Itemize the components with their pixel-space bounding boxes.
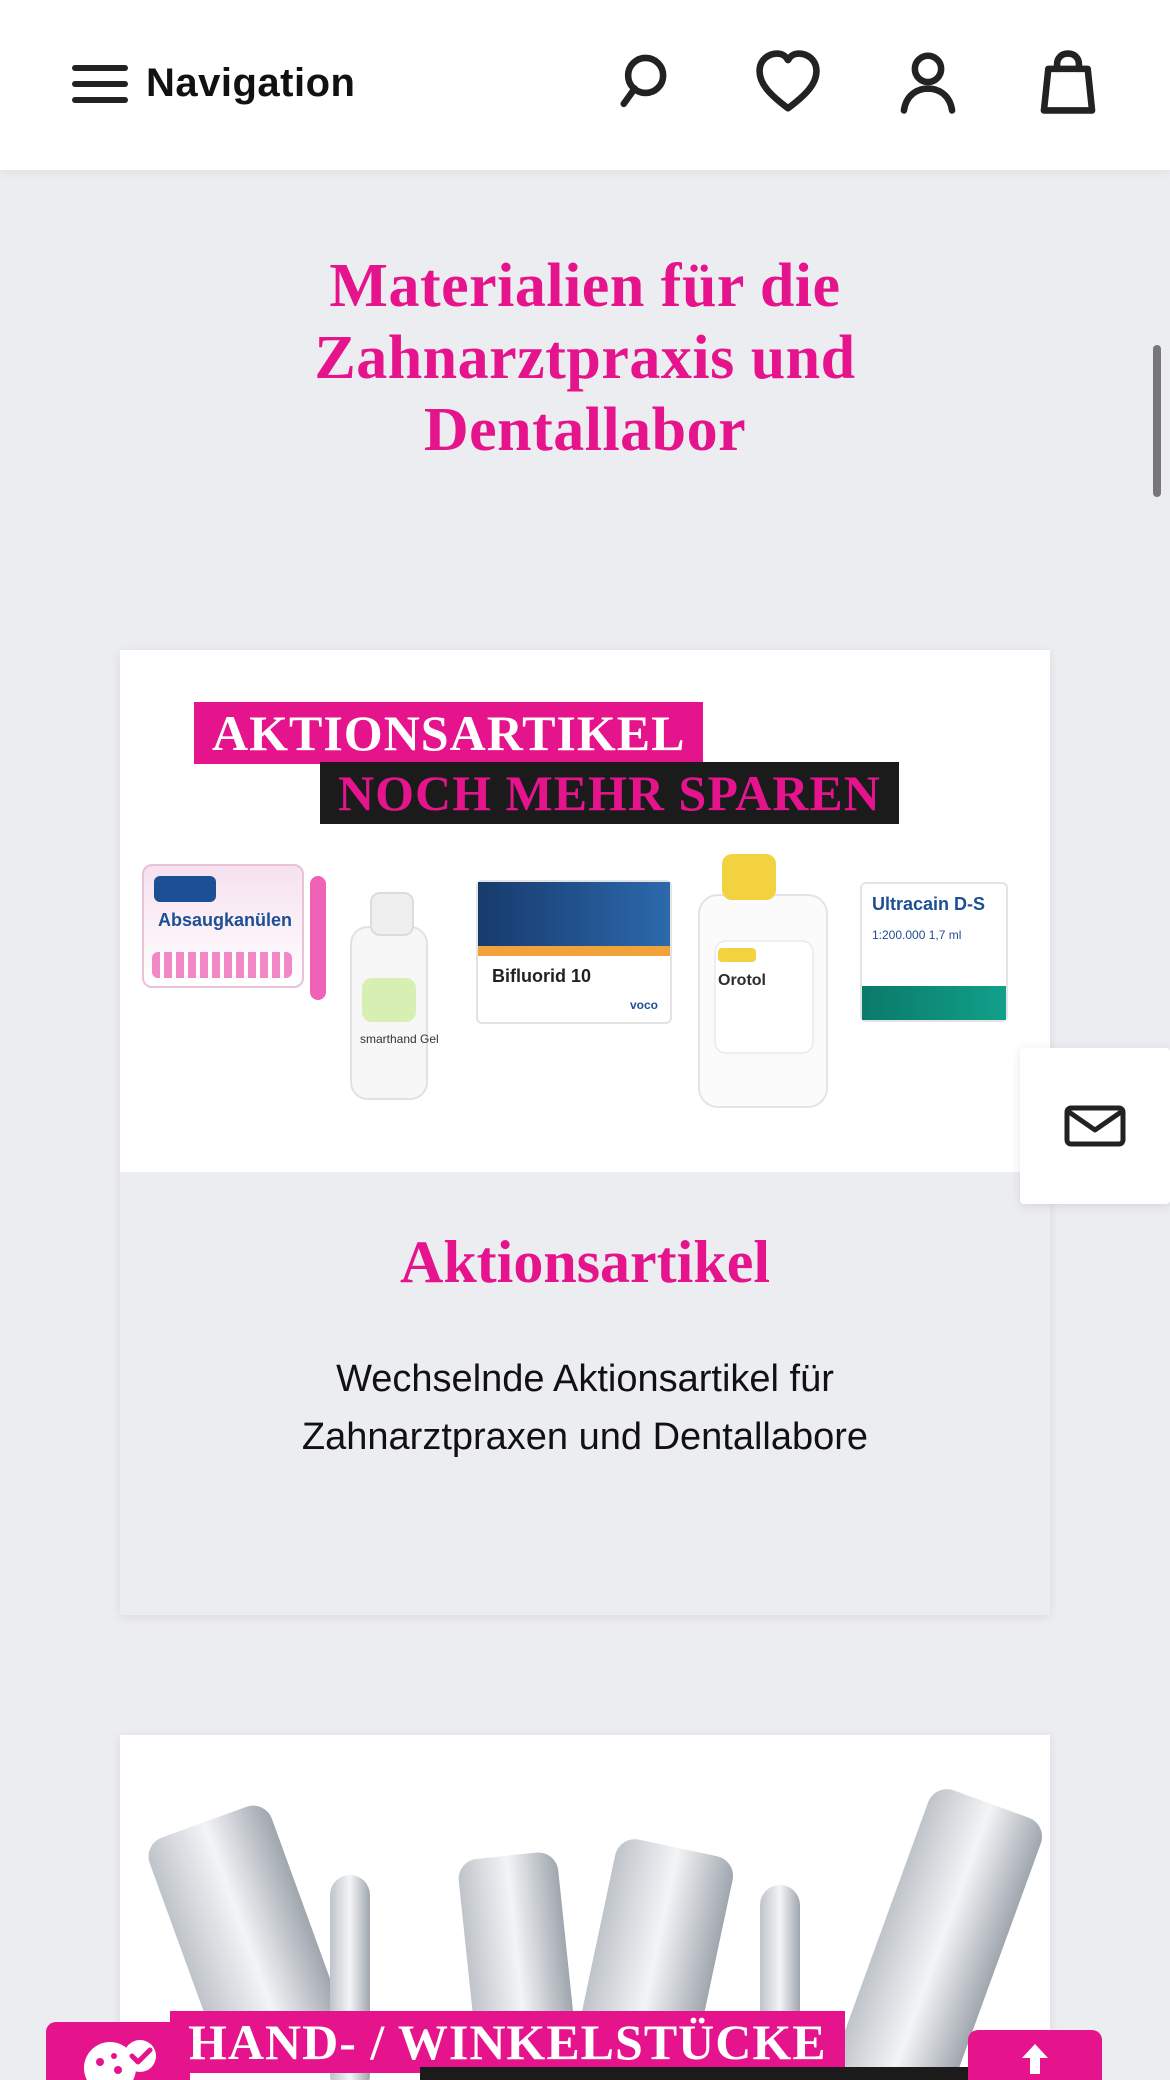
product-label-block bbox=[362, 978, 416, 1022]
product-label: Ultracain D-S bbox=[872, 894, 986, 914]
product-absaugkanuelen: Absaugkanülen bbox=[142, 864, 304, 988]
wishlist-button[interactable] bbox=[742, 36, 834, 128]
product-pink-tube bbox=[310, 876, 326, 1000]
navigation-label: Navigation bbox=[146, 60, 356, 105]
product-small-text: 1:200.000 1,7 ml bbox=[872, 928, 962, 942]
product-strip bbox=[862, 986, 1006, 1020]
page-title-line: Materialien für die bbox=[329, 252, 841, 320]
category-card-hand-winkelstuecke[interactable]: HAND- / WINKELSTÜCKE bbox=[120, 1735, 1050, 2080]
product-pump-cap bbox=[370, 892, 414, 936]
heart-icon bbox=[756, 50, 820, 112]
page-title-line: Dentallabor bbox=[423, 396, 747, 464]
card-description-line: Zahnarztpraxen und Dentallabore bbox=[301, 1416, 869, 1458]
card-text-area: Aktionsartikel Wechselnde Aktionsartikel… bbox=[120, 1172, 1050, 1615]
product-label: Bifluorid 10 bbox=[492, 966, 592, 986]
card-image: AKTIONSARTIKEL NOCH MEHR SPAREN Absaugka… bbox=[120, 650, 1050, 1172]
scrollbar-thumb[interactable] bbox=[1153, 345, 1161, 497]
page-title-line: Zahnarztpraxis und bbox=[314, 324, 856, 392]
arrow-up-icon bbox=[1022, 2044, 1048, 2074]
product-cap bbox=[722, 854, 776, 900]
product-label: Absaugkanülen bbox=[158, 910, 293, 930]
cookie-settings-icon bbox=[84, 2040, 156, 2080]
category-card-aktionsartikel[interactable]: AKTIONSARTIKEL NOCH MEHR SPAREN Absaugka… bbox=[120, 650, 1050, 1615]
shopping-bag-icon bbox=[1040, 50, 1096, 114]
banner-text-primary: AKTIONSARTIKEL bbox=[194, 702, 704, 764]
product-label: smarthand Gel bbox=[360, 1032, 439, 1046]
navigation-button[interactable]: Navigation bbox=[72, 48, 355, 118]
mail-icon bbox=[1064, 1105, 1126, 1147]
cookie-settings-button[interactable] bbox=[46, 2022, 190, 2080]
product-stripes bbox=[152, 952, 292, 978]
search-button[interactable] bbox=[604, 36, 696, 128]
product-smarthand-gel: smarthand Gel bbox=[350, 892, 439, 1100]
cart-button[interactable] bbox=[1022, 36, 1114, 128]
scroll-to-top-button[interactable] bbox=[968, 2030, 1102, 2080]
product-orotol: Orotol bbox=[698, 854, 828, 1108]
product-box-stripe bbox=[478, 946, 670, 956]
product-box-top bbox=[478, 882, 670, 946]
product-ultracain: Ultracain D-S 1:200.000 1,7 ml bbox=[860, 882, 1008, 1022]
menu-icon bbox=[72, 63, 128, 103]
contact-mail-button[interactable] bbox=[1020, 1048, 1170, 1204]
page-title: Materialien für die Zahnarztpraxis und D… bbox=[200, 250, 970, 466]
account-button[interactable] bbox=[882, 36, 974, 128]
user-icon bbox=[900, 52, 956, 114]
product-brand: voco bbox=[629, 998, 658, 1012]
product-brand-block bbox=[154, 876, 216, 902]
product-logo bbox=[718, 948, 756, 962]
banner-text-secondary: NOCH MEHR SPAREN bbox=[320, 762, 899, 824]
product-label: Orotol bbox=[718, 972, 766, 989]
banner-text-primary: HAND- / WINKELSTÜCKE bbox=[170, 2011, 845, 2073]
product-bifluorid: Bifluorid 10 voco bbox=[476, 880, 672, 1024]
search-icon bbox=[620, 54, 667, 108]
card-title: Aktionsartikel bbox=[399, 1229, 771, 1295]
card-description-line: Wechselnde Aktionsartikel für bbox=[336, 1358, 834, 1400]
card-image: HAND- / WINKELSTÜCKE bbox=[120, 1735, 1050, 2080]
top-header: Navigation bbox=[0, 0, 1170, 170]
card-description: Wechselnde Aktionsartikel für Zahnarztpr… bbox=[230, 1350, 940, 1466]
banner-text-secondary-bar bbox=[420, 2067, 970, 2080]
